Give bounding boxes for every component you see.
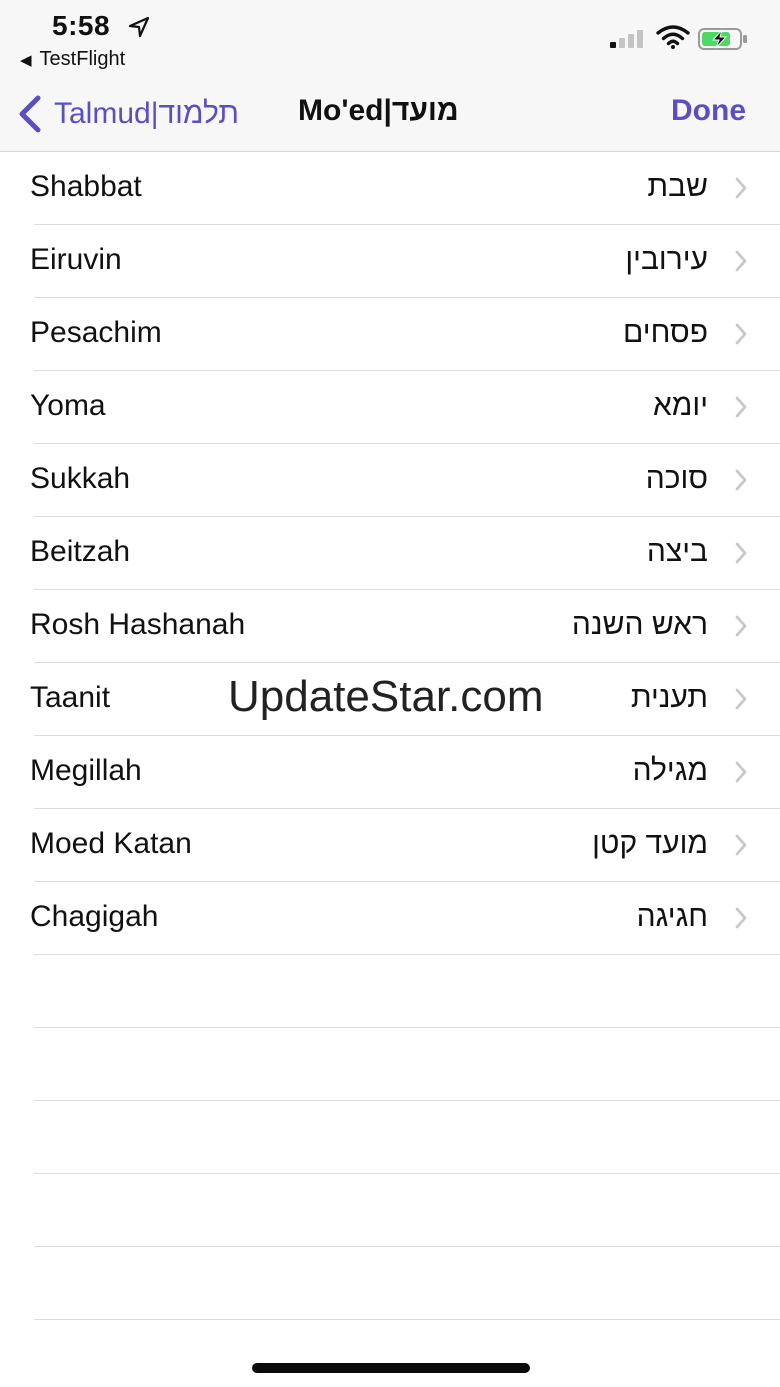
tractate-hebrew-name: שבת: [647, 170, 708, 203]
tractate-hebrew-name: ראש השנה: [571, 608, 708, 641]
chevron-right-icon: [735, 396, 747, 418]
chevron-right-icon: [735, 615, 747, 637]
chevron-right-icon: [735, 469, 747, 491]
list-item[interactable]: Beitzah ביצה: [30, 517, 780, 590]
chevron-right-icon: [735, 250, 747, 272]
tractate-hebrew-name: תענית: [630, 681, 708, 714]
chevron-right-icon: [735, 323, 747, 345]
list-item[interactable]: Yoma יומא: [30, 371, 780, 444]
chevron-right-icon: [735, 761, 747, 783]
list-item[interactable]: Pesachim פסחים: [30, 298, 780, 371]
page-title: Mo'ed|מועד: [298, 94, 459, 127]
empty-list-row: [34, 1028, 780, 1101]
status-time: 5:58: [52, 10, 111, 41]
back-button[interactable]: Talmud|תלמוד: [16, 92, 239, 136]
tractate-hebrew-name: פסחים: [623, 316, 708, 349]
chevron-right-icon: [735, 688, 747, 710]
watermark-text: UpdateStar.com: [228, 672, 544, 721]
battery-charging-icon: [698, 28, 747, 50]
tractate-hebrew-name: סוכה: [645, 462, 708, 495]
list-item[interactable]: Sukkah סוכה: [30, 444, 780, 517]
list-item[interactable]: Chagigah חגיגה: [30, 882, 780, 955]
chevron-right-icon: [735, 834, 747, 856]
list-item[interactable]: Moed Katan מועד קטן: [30, 809, 780, 882]
back-app-label: TestFlight: [39, 48, 126, 70]
wifi-icon: [656, 25, 690, 49]
location-arrow-icon: [128, 16, 150, 38]
done-button[interactable]: Done: [671, 94, 746, 128]
home-indicator[interactable]: [252, 1363, 530, 1373]
back-to-app-link[interactable]: ◀ TestFlight: [20, 48, 125, 71]
tractate-english-name: Moed Katan: [30, 827, 192, 860]
tractate-hebrew-name: מגילה: [632, 754, 708, 787]
tractate-english-name: Megillah: [30, 754, 142, 787]
chevron-right-icon: [735, 542, 747, 564]
tractate-english-name: Yoma: [30, 389, 106, 422]
screen: 5:58 ◀ TestFlight Talmud|תלמוד Mo'ed|מוע…: [0, 0, 780, 1387]
empty-list-row: [34, 955, 780, 1028]
list-item[interactable]: Eiruvin עירובין: [30, 225, 780, 298]
back-button-label: Talmud|תלמוד: [54, 97, 239, 130]
signal-icon: [610, 30, 643, 48]
tractate-english-name: Taanit: [30, 681, 111, 714]
tractate-english-name: Beitzah: [30, 535, 131, 568]
list-item[interactable]: Shabbat שבת: [30, 152, 780, 225]
empty-list-row: [34, 1174, 780, 1247]
tractate-english-name: Shabbat: [30, 170, 142, 203]
chevron-right-icon: [735, 177, 747, 199]
tractate-english-name: Pesachim: [30, 316, 162, 349]
list-item[interactable]: Megillah מגילה: [30, 736, 780, 809]
tractate-english-name: Sukkah: [30, 462, 131, 495]
tractate-hebrew-name: ביצה: [646, 535, 708, 568]
tractate-hebrew-name: חגיגה: [636, 900, 708, 933]
list-item[interactable]: Rosh Hashanah ראש השנה: [30, 590, 780, 663]
chevron-left-icon: [19, 95, 41, 133]
back-triangle-icon: ◀: [20, 51, 32, 69]
empty-list-row: [34, 1101, 780, 1174]
status-bar: 5:58 ◀ TestFlight: [0, 0, 780, 80]
tractate-hebrew-name: עירובין: [625, 243, 708, 276]
chevron-right-icon: [735, 907, 747, 929]
tractate-hebrew-name: יומא: [652, 389, 708, 422]
tractate-list: Shabbat שבת Eiruvin עירובין Pesachim פסח…: [0, 152, 780, 1320]
tractate-english-name: Eiruvin: [30, 243, 122, 276]
empty-list-row: [34, 1247, 780, 1320]
navigation-bar: Talmud|תלמוד Mo'ed|מועד Done: [0, 80, 780, 152]
tractate-english-name: Rosh Hashanah: [30, 608, 246, 641]
tractate-hebrew-name: מועד קטן: [592, 827, 708, 860]
tractate-english-name: Chagigah: [30, 900, 159, 933]
